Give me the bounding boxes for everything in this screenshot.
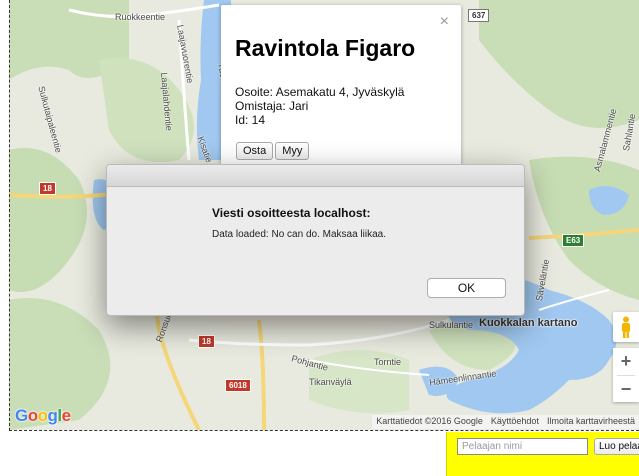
dialog-message: Data loaded: No can do. Maksaa liikaa. — [212, 229, 386, 240]
map-label-ruokkeentie: Ruokkeentie — [115, 12, 166, 22]
restaurant-title: Ravintola Figaro — [235, 35, 416, 61]
google-logo-letter: g — [47, 406, 58, 425]
restaurant-details: Osoite: Asemakatu 4, Jyväskylä Omistaja:… — [235, 85, 404, 127]
sell-button[interactable]: Myy — [275, 142, 310, 160]
create-player-button[interactable]: Luo pelaaja — [594, 438, 639, 455]
google-logo-letter: o — [37, 406, 48, 425]
google-logo-letter: e — [61, 406, 71, 425]
dialog-titlebar[interactable] — [107, 165, 524, 187]
road-shield-18-bottom: 18 — [198, 335, 215, 348]
google-logo: Google — [15, 406, 71, 426]
info-window: × Ravintola Figaro Osoite: Asemakatu 4, … — [221, 5, 461, 165]
zoom-control: + − — [613, 348, 639, 402]
zoom-in-button[interactable]: + — [613, 348, 639, 375]
close-icon[interactable]: × — [440, 13, 449, 31]
map-label-tornie: Torntie — [374, 357, 402, 367]
google-logo-letter: G — [15, 406, 28, 425]
restaurant-id: Id: 14 — [235, 113, 266, 127]
player-panel: Luo pelaaja — [446, 432, 639, 476]
ok-button[interactable]: OK — [427, 278, 506, 298]
road-shield-18-top: 18 — [39, 182, 56, 195]
road-shield-637: 637 — [468, 9, 490, 22]
attribution-terms-link[interactable]: Käyttöehdot — [491, 416, 539, 428]
road-shield-e63: E63 — [562, 234, 585, 247]
buy-button[interactable]: Osta — [236, 142, 274, 160]
map-label-tikanvayla: Tikanväylä — [309, 377, 352, 387]
restaurant-owner: Omistaja: Jari — [235, 99, 309, 113]
map-label-kuokkala: Kuokkalan kartano — [479, 317, 578, 329]
page: Ruokkeentie Laajavuorentie Laajalahdenti… — [0, 0, 639, 476]
attribution-report-link[interactable]: Ilmoita karttavirheestä — [547, 416, 635, 428]
restaurant-address: Osoite: Asemakatu 4, Jyväskylä — [235, 85, 405, 99]
attribution-data: Karttatiedot ©2016 Google — [376, 416, 483, 426]
info-actions: Osta Myy — [236, 142, 310, 160]
road-shield-6018: 6018 — [225, 379, 251, 392]
street-view-pegman[interactable] — [613, 312, 639, 342]
google-logo-letter: o — [27, 406, 38, 425]
player-name-input[interactable] — [457, 438, 588, 455]
map-label-sulkulantie: Sulkulantie — [429, 320, 474, 330]
map-attribution: Karttatiedot ©2016 Google Käyttöehdot Il… — [372, 415, 639, 429]
zoom-out-button[interactable]: − — [613, 376, 639, 403]
pegman-icon — [622, 316, 630, 338]
dialog-heading: Viesti osoitteesta localhost: — [212, 206, 371, 220]
alert-dialog: Viesti osoitteesta localhost: Data loade… — [106, 164, 525, 316]
